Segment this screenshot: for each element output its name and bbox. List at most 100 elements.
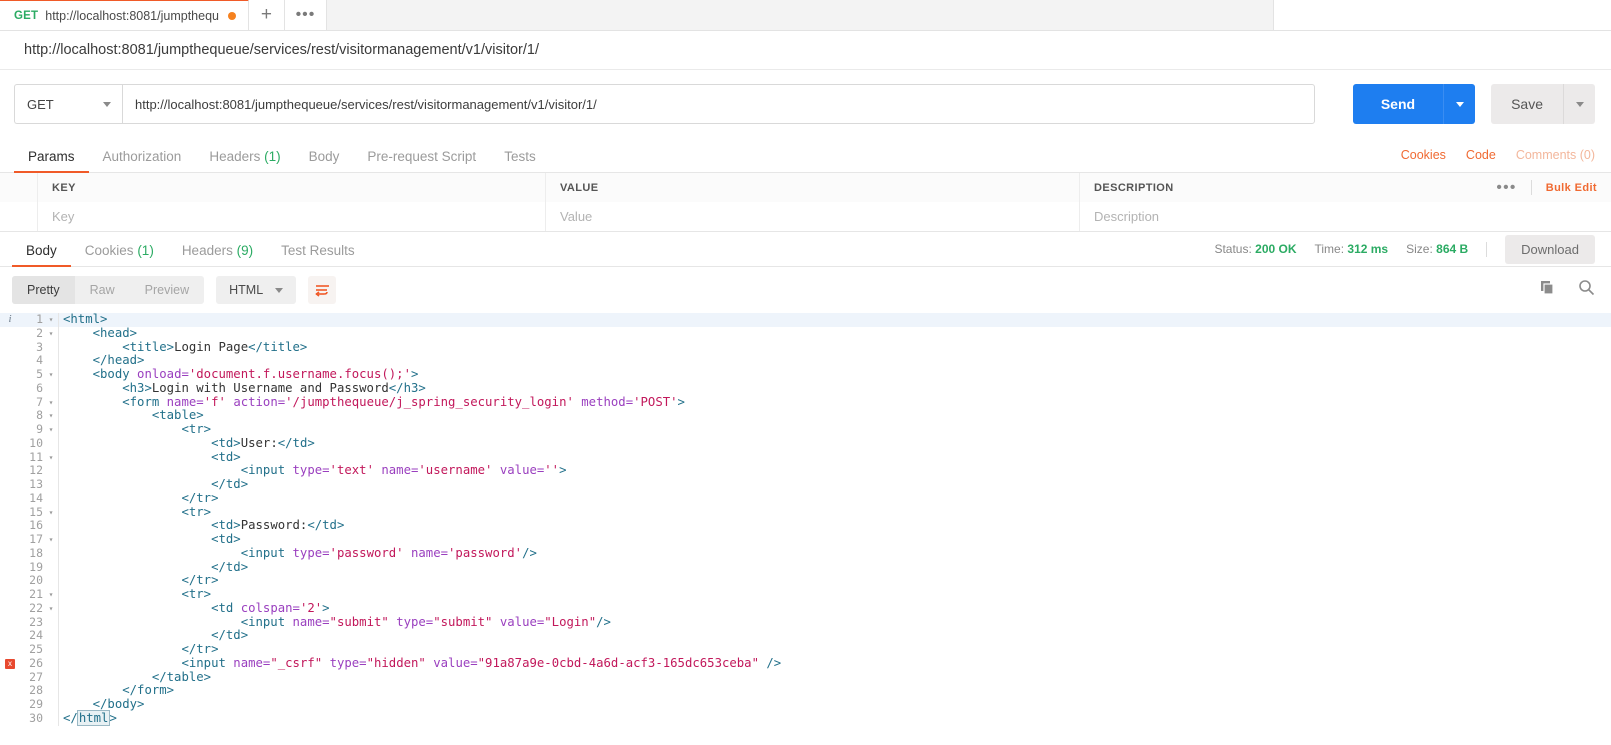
line-number: 16 — [29, 518, 43, 533]
code-text: <td colspan='2'> — [59, 600, 329, 616]
request-tab-authorization[interactable]: Authorization — [89, 150, 196, 173]
param-value-input[interactable]: Value — [546, 202, 1080, 231]
request-tab-tests[interactable]: Tests — [490, 150, 550, 173]
body-view-pretty[interactable]: Pretty — [12, 276, 75, 304]
line-number: 28 — [29, 683, 43, 698]
code-token: </td> — [211, 628, 249, 643]
download-button[interactable]: Download — [1505, 234, 1595, 264]
code-text: <input type='password' name='password'/> — [59, 545, 537, 561]
body-view-raw[interactable]: Raw — [75, 276, 130, 304]
fold-toggle-icon[interactable]: ▾ — [44, 506, 58, 520]
request-tab[interactable]: GET http://localhost:8081/jumpthequ — [0, 0, 249, 30]
request-tab-headers[interactable]: Headers (1) — [195, 150, 294, 173]
fold-toggle-icon[interactable]: ▾ — [44, 451, 58, 465]
request-tab-pre-request-script[interactable]: Pre-request Script — [353, 150, 490, 173]
code-text: <td> — [59, 532, 241, 547]
response-body-code[interactable]: i 1 ▾ <html> 2 ▾ <head> 3 <title>Login Page</t… — [0, 312, 1611, 726]
http-method-select[interactable]: GET — [14, 84, 122, 124]
send-options-button[interactable] — [1443, 84, 1476, 124]
response-tab-label: Body — [26, 243, 57, 258]
line-number: 15 — [29, 504, 43, 519]
tab-options-button[interactable]: ••• — [284, 0, 327, 30]
response-tab-headers[interactable]: Headers (9) — [168, 244, 267, 267]
body-view-segmented-control: Pretty Raw Preview — [12, 276, 205, 304]
comments-link[interactable]: Comments (0) — [1516, 148, 1595, 162]
response-tab-count: (9) — [232, 243, 254, 258]
fold-toggle-icon[interactable]: ▾ — [44, 313, 58, 327]
code-line: 8 ▾ <table> — [0, 408, 1611, 423]
fold-toggle-icon[interactable]: ▾ — [44, 423, 58, 437]
save-button[interactable]: Save — [1491, 84, 1563, 124]
body-format-select[interactable]: HTML — [216, 276, 297, 304]
code-token: </tr> — [181, 573, 219, 588]
time-value: 312 ms — [1347, 242, 1389, 256]
code-token: <table> — [151, 408, 204, 423]
param-key-input[interactable]: Key — [38, 202, 546, 231]
param-description-input[interactable]: Description — [1080, 202, 1611, 231]
code-token: Login Page — [174, 339, 249, 354]
line-number: 20 — [29, 573, 43, 588]
word-wrap-button[interactable] — [308, 276, 337, 304]
fold-toggle-icon[interactable]: ▾ — [44, 396, 58, 410]
response-tab-cookies[interactable]: Cookies (1) — [71, 244, 168, 267]
fold-toggle-icon[interactable]: ▾ — [44, 409, 58, 423]
cookies-link[interactable]: Cookies — [1401, 148, 1446, 162]
code-line: 9 ▾ <tr> — [0, 422, 1611, 437]
line-number: 23 — [29, 614, 43, 629]
send-button[interactable]: Send — [1352, 84, 1444, 124]
code-token: value= — [499, 614, 545, 629]
code-token: "91a87a9e-0cbd-4a6d-acf3-165dc653ceba" — [477, 655, 759, 670]
size-label: Size: — [1406, 242, 1433, 256]
code-token: "hidden" — [366, 655, 426, 670]
code-token: <body — [92, 367, 138, 381]
code-token: '/jumpthequeue/j_spring_security_login' — [285, 394, 574, 409]
params-row-checkbox-cell[interactable] — [0, 202, 38, 231]
code-token: method= — [581, 394, 634, 409]
code-line: 11 ▾ <td> — [0, 450, 1611, 465]
code-token: </head> — [92, 353, 145, 368]
response-tab-body[interactable]: Body — [12, 244, 71, 267]
code-token: </title> — [248, 339, 308, 354]
code-text: </td> — [59, 560, 248, 575]
word-wrap-icon — [314, 284, 329, 297]
request-tab-params[interactable]: Params — [14, 150, 89, 173]
params-header-actions: ••• Bulk Edit — [1496, 179, 1597, 196]
response-tab-label: Headers — [181, 243, 233, 258]
code-token: <head> — [92, 325, 138, 340]
code-text: <title>Login Page</title> — [59, 339, 308, 355]
fold-toggle-icon[interactable]: ▾ — [44, 327, 58, 341]
body-format-label: HTML — [229, 283, 264, 297]
chevron-down-icon — [1575, 101, 1584, 107]
copy-button[interactable] — [1540, 280, 1556, 301]
search-button[interactable] — [1578, 279, 1595, 301]
code-token: <input — [240, 545, 293, 560]
code-token: value= — [433, 655, 478, 670]
new-tab-button[interactable]: + — [248, 0, 285, 30]
body-view-preview[interactable]: Preview — [130, 276, 204, 304]
bulk-edit-link[interactable]: Bulk Edit — [1546, 182, 1597, 194]
code-line: 12 <input type='text' name='username' va… — [0, 463, 1611, 478]
fold-toggle-icon[interactable]: ▾ — [44, 368, 58, 382]
response-tab-test-results[interactable]: Test Results — [267, 244, 369, 267]
code-token: colspan= — [240, 600, 300, 615]
params-more-options-icon[interactable]: ••• — [1496, 179, 1516, 196]
request-url-input[interactable]: http://localhost:8081/jumpthequeue/servi… — [122, 84, 1315, 124]
code-text: <form name='f' action='/jumpthequeue/j_s… — [59, 394, 685, 410]
code-token: <tr> — [181, 422, 212, 436]
http-method-label: GET — [27, 96, 54, 112]
code-token: action= — [233, 394, 286, 409]
fold-toggle-icon[interactable]: ▾ — [44, 588, 58, 602]
request-tabs-bar: Params Authorization Headers (1) Body Pre-re… — [0, 137, 1611, 173]
response-tab-label: Test Results — [281, 243, 355, 258]
save-options-button[interactable] — [1563, 84, 1595, 124]
fold-toggle-icon[interactable]: ▾ — [44, 533, 58, 547]
code-text: <html> — [59, 312, 107, 327]
line-number: 19 — [29, 559, 43, 574]
request-tab-body[interactable]: Body — [295, 150, 354, 173]
code-link[interactable]: Code — [1466, 148, 1496, 162]
line-number: 17 — [29, 532, 43, 546]
fold-toggle-icon[interactable]: ▾ — [44, 602, 58, 616]
line-number: 4 — [36, 353, 43, 368]
